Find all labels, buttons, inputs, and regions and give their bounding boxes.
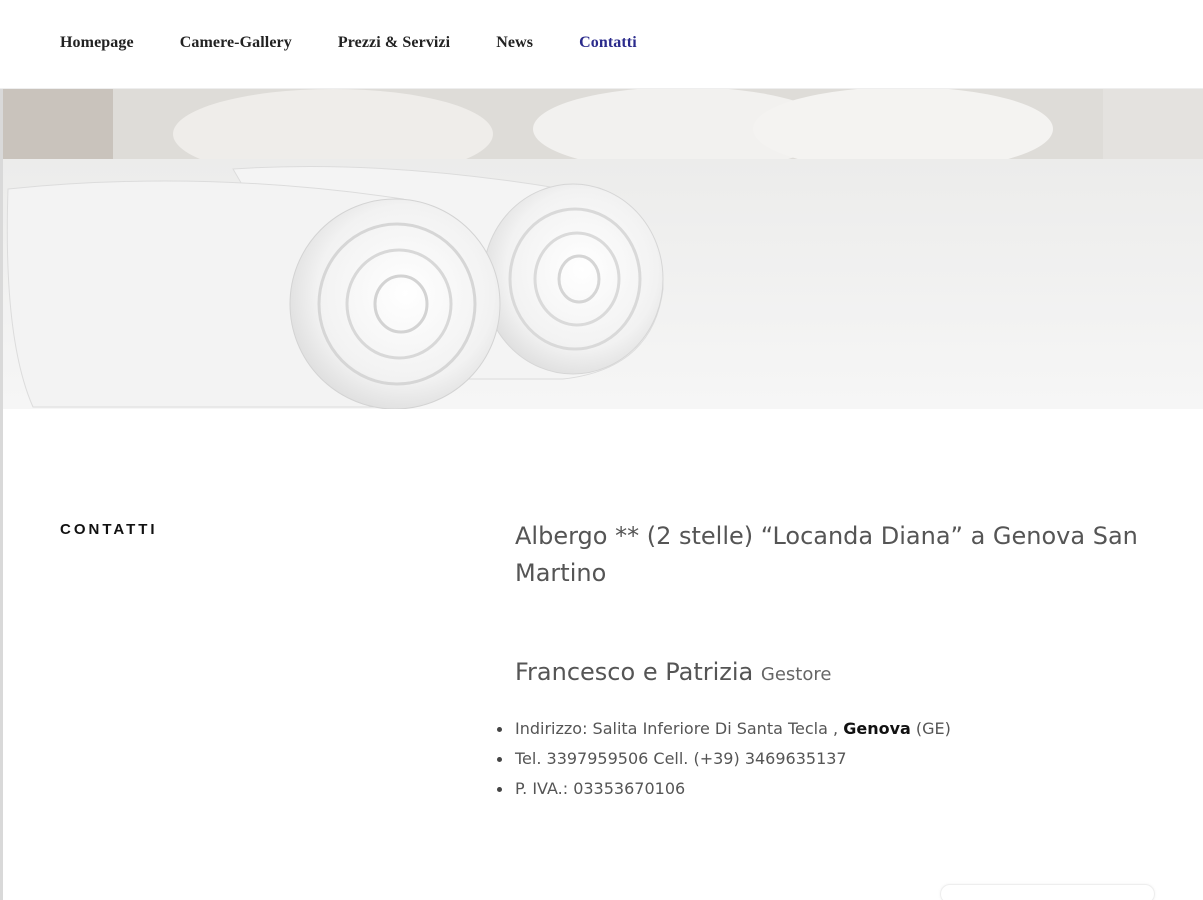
nav-item-contatti: Contatti — [579, 34, 637, 52]
main-navigation: Homepage Camere-Gallery Prezzi & Servizi… — [0, 0, 1203, 89]
nav-item-camere-gallery: Camere-Gallery — [180, 34, 292, 52]
hero-image-towels — [3, 89, 1203, 409]
list-item-address: Indirizzo: Salita Inferiore Di Santa Tec… — [497, 714, 951, 744]
nav-link-camere-gallery[interactable]: Camere-Gallery — [180, 34, 292, 51]
address-suffix: (GE) — [915, 719, 951, 738]
contact-info-list: Indirizzo: Salita Inferiore Di Santa Tec… — [497, 714, 951, 804]
nav-link-prezzi-servizi[interactable]: Prezzi & Servizi — [338, 34, 450, 51]
phone-text: Tel. 3397959506 Cell. (+39) 3469635137 — [515, 749, 847, 768]
nav-item-prezzi-servizi: Prezzi & Servizi — [338, 34, 450, 52]
address-prefix: Indirizzo: Salita Inferiore Di Santa Tec… — [515, 719, 839, 738]
floating-widget-edge[interactable] — [940, 884, 1155, 900]
address-city: Genova — [843, 719, 911, 738]
towels-illustration — [3, 89, 1203, 409]
list-item-phone: Tel. 3397959506 Cell. (+39) 3469635137 — [497, 744, 951, 774]
managers-role: Gestore — [760, 664, 832, 685]
section-label-contatti: CONTATTI — [60, 521, 158, 538]
vat-text: P. IVA.: 03353670106 — [515, 779, 686, 798]
nav-item-news: News — [496, 34, 533, 52]
nav-menu: Homepage Camere-Gallery Prezzi & Servizi… — [60, 34, 683, 52]
contact-content: Albergo ** (2 stelle) “Locanda Diana” a … — [515, 518, 1165, 686]
managers-names: Francesco e Patrizia — [515, 658, 754, 686]
managers-line: Francesco e Patrizia Gestore — [515, 658, 1165, 686]
nav-link-news[interactable]: News — [496, 34, 533, 51]
nav-item-homepage: Homepage — [60, 34, 134, 52]
nav-link-homepage[interactable]: Homepage — [60, 34, 134, 51]
nav-link-contatti[interactable]: Contatti — [579, 34, 637, 51]
list-item-vat: P. IVA.: 03353670106 — [497, 774, 951, 804]
hotel-title: Albergo ** (2 stelle) “Locanda Diana” a … — [515, 522, 1138, 587]
